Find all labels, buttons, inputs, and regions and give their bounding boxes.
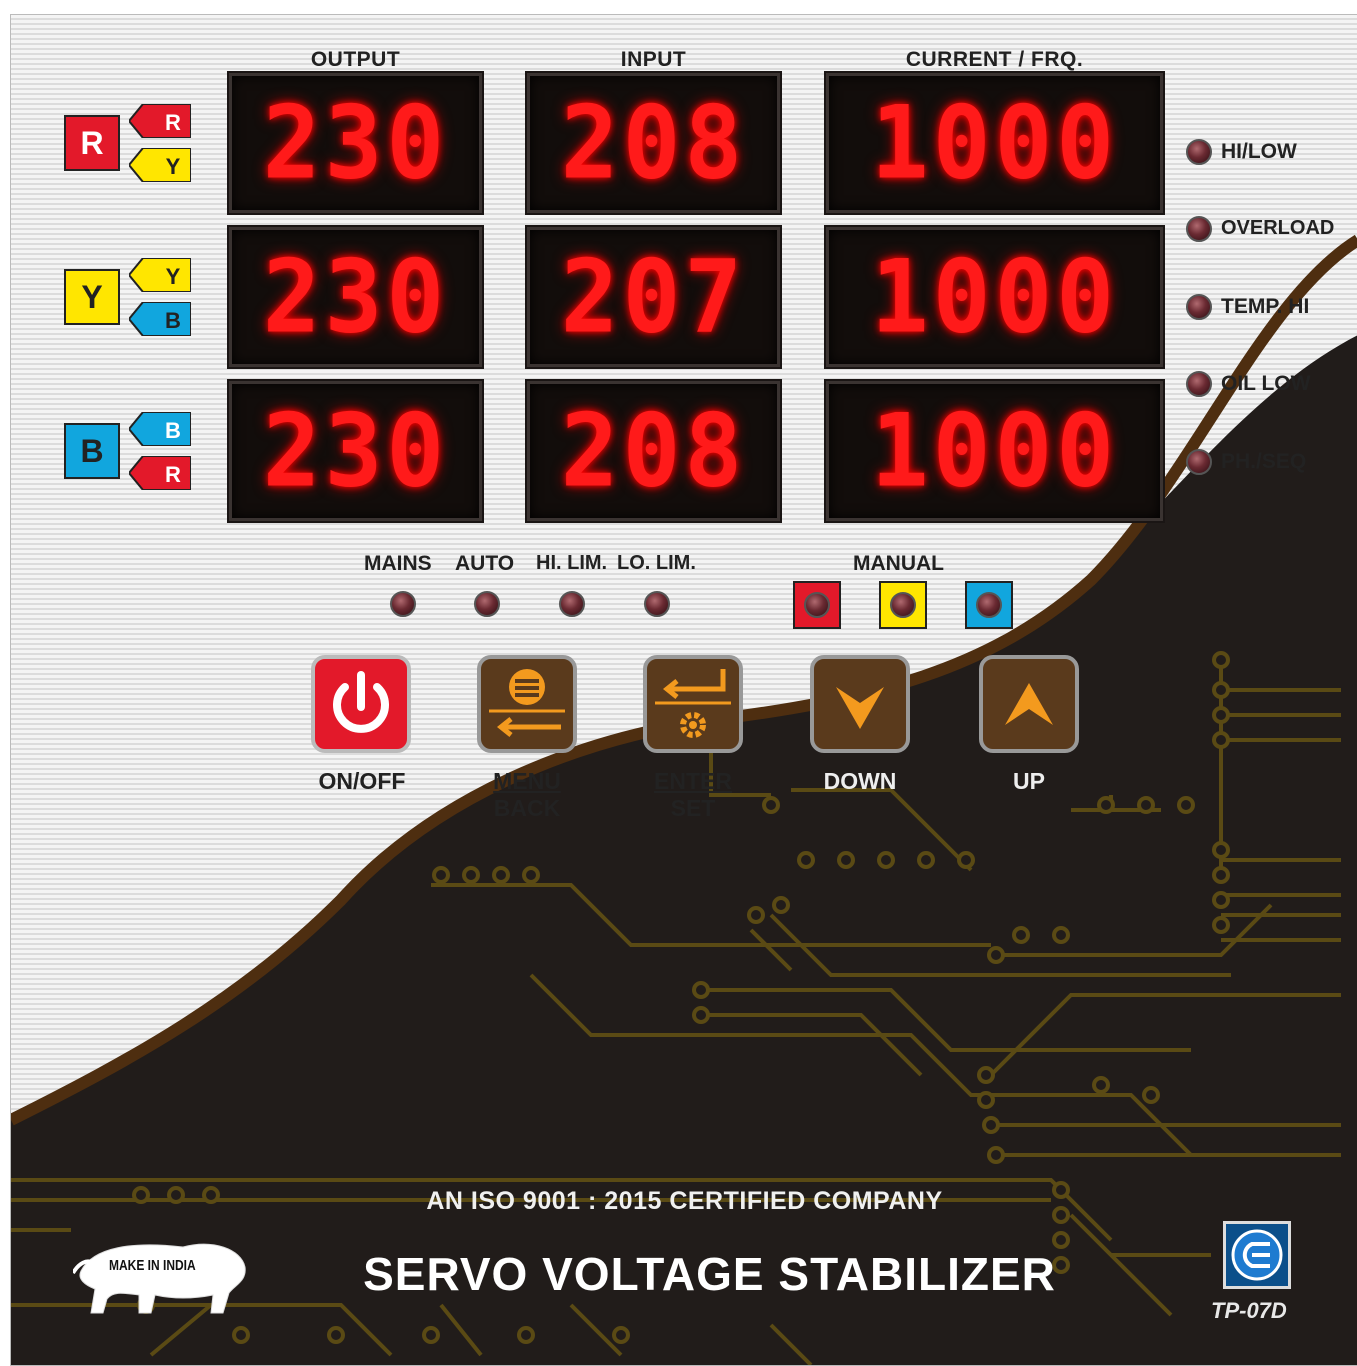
phase-r-tag-top: R [129,104,191,138]
label-manual: MANUAL [853,552,944,575]
led-ph-seq [1186,449,1212,475]
display-b-input: 208 [527,381,780,521]
phase-b-tag-bottom: R [129,456,191,490]
display-r-output-value: 230 [262,84,449,202]
power-icon [333,671,389,733]
stabilizer-panel: OUTPUT INPUT CURRENT / FRQ. R R Y 230 20… [10,14,1357,1366]
display-y-output: 230 [229,227,482,367]
down-button[interactable] [810,655,910,753]
up-label: UP [1013,768,1045,794]
label-hi-lim: HI. LIM. [536,552,608,574]
header-output: OUTPUT [310,48,401,71]
led-overload [1186,216,1212,242]
label-hi-low: HI/LOW [1221,140,1297,163]
led-manual-b [976,592,1002,618]
phase-y-tag-bottom-label: B [165,308,181,333]
enter-set-button[interactable] [643,655,743,753]
phase-b-tag-top-label: B [165,418,181,443]
led-hi-low [1186,139,1212,165]
make-in-india-text: MAKE IN INDIA [109,1257,196,1274]
led-oil-low [1186,371,1212,397]
onoff-button[interactable] [311,655,411,753]
enter-icon [655,669,731,738]
phase-r-tag-top-label: R [165,110,181,135]
enter-label: ENTER SET [623,768,763,822]
label-mains: MAINS [364,552,432,575]
phase-b-box: B [64,423,120,479]
menu-text: MENU [493,768,561,794]
display-b-output: 230 [229,381,482,521]
label-ph-seq: PH./SEQ [1221,450,1307,473]
menu-label: MENU BACK [457,768,597,822]
display-b-current: 1000 [826,381,1163,521]
up-button[interactable] [979,655,1079,753]
down-label: DOWN [823,768,897,794]
display-r-current: 1000 [826,73,1163,213]
led-mains [390,591,416,617]
phase-b-tag-top: B [129,412,191,446]
model-number: TP-07D [1211,1298,1287,1323]
display-r-input-value: 208 [560,84,747,202]
display-b-output-value: 230 [262,392,449,510]
set-text: SET [670,795,716,821]
label-overload: OVERLOAD [1221,217,1335,239]
make-in-india-lion-logo [73,1243,246,1314]
label-temp-hi: TEMP. HI [1221,295,1310,318]
chevron-up-icon [1005,683,1053,725]
display-y-current-value: 1000 [870,238,1119,356]
led-auto [474,591,500,617]
chevron-down-icon [836,687,884,729]
company-logo [1223,1221,1291,1289]
onoff-label: ON/OFF [318,768,406,794]
display-b-input-value: 208 [560,392,747,510]
display-r-input: 208 [527,73,780,213]
display-b-current-value: 1000 [870,392,1119,510]
phase-b-tag-bottom-label: R [165,462,181,487]
phase-y-tag-bottom: B [129,302,191,336]
manual-r-box [793,581,841,629]
header-current: CURRENT / FRQ. [905,48,1084,71]
led-temp-hi [1186,294,1212,320]
header-input: INPUT [620,48,687,71]
display-y-output-value: 230 [262,238,449,356]
led-manual-y [890,592,916,618]
phase-y-tag-top: Y [129,258,191,292]
manual-y-box [879,581,927,629]
led-hi-lim [559,591,585,617]
label-oil-low: OIL LOW [1221,372,1311,395]
display-y-input-value: 207 [560,238,747,356]
display-y-input: 207 [527,227,780,367]
phase-y-tag-top-label: Y [166,264,181,289]
manual-b-box [965,581,1013,629]
enter-text: ENTER [654,768,732,794]
iso-certification-text: AN ISO 9001 : 2015 CERTIFIED COMPANY [426,1187,943,1215]
display-r-output: 230 [229,73,482,213]
display-y-current: 1000 [826,227,1163,367]
phase-r-tag-bottom-label: Y [166,154,181,179]
label-lo-lim: LO. LIM. [617,552,696,574]
led-manual-r [804,592,830,618]
menu-back-button[interactable] [477,655,577,753]
label-auto: AUTO [455,552,515,575]
led-lo-lim [644,591,670,617]
back-text: BACK [493,795,561,821]
globe-e-icon [1231,1229,1283,1281]
menu-icon [489,669,565,737]
phase-y-box: Y [64,269,120,325]
display-r-current-value: 1000 [870,84,1119,202]
phase-r-box: R [64,115,120,171]
phase-r-tag-bottom: Y [129,148,191,182]
